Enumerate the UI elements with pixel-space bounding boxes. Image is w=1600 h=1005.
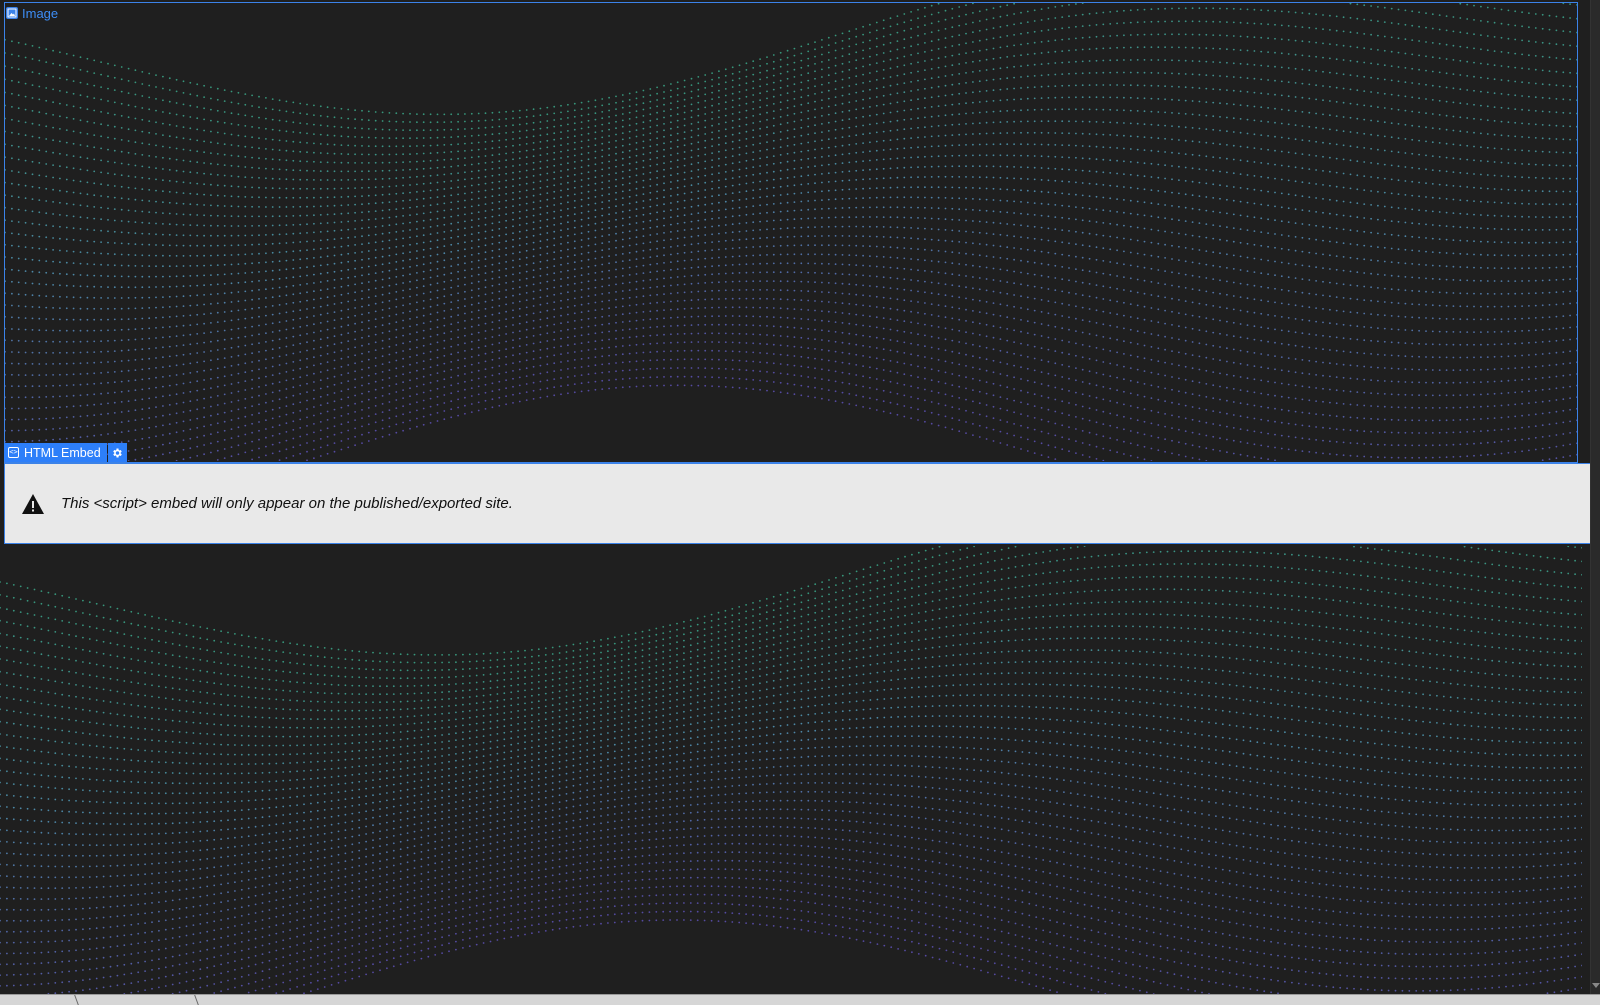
scroll-down-icon[interactable] — [1592, 983, 1600, 988]
image-label-text: Image — [22, 5, 59, 21]
image-element-label[interactable]: Image — [6, 4, 58, 22]
notice-text: This <script> embed will only appear on … — [61, 495, 513, 512]
dotted-wave-background — [0, 546, 1582, 994]
embed-settings-button[interactable] — [107, 443, 127, 462]
image-icon — [6, 7, 18, 19]
html-embed-label[interactable]: <> HTML Embed — [4, 443, 107, 462]
warning-icon — [22, 493, 44, 514]
vertical-scrollbar[interactable] — [1590, 0, 1600, 994]
html-embed-label-text: HTML Embed — [24, 445, 101, 460]
bottom-status-strip — [0, 994, 1600, 1005]
embed-notice: This <script> embed will only appear on … — [4, 463, 1591, 544]
dotted-wave-image[interactable] — [5, 3, 1577, 461]
gear-icon — [113, 448, 122, 457]
html-embed-tag[interactable]: <> HTML Embed — [4, 443, 127, 462]
code-icon: <> — [8, 447, 19, 458]
